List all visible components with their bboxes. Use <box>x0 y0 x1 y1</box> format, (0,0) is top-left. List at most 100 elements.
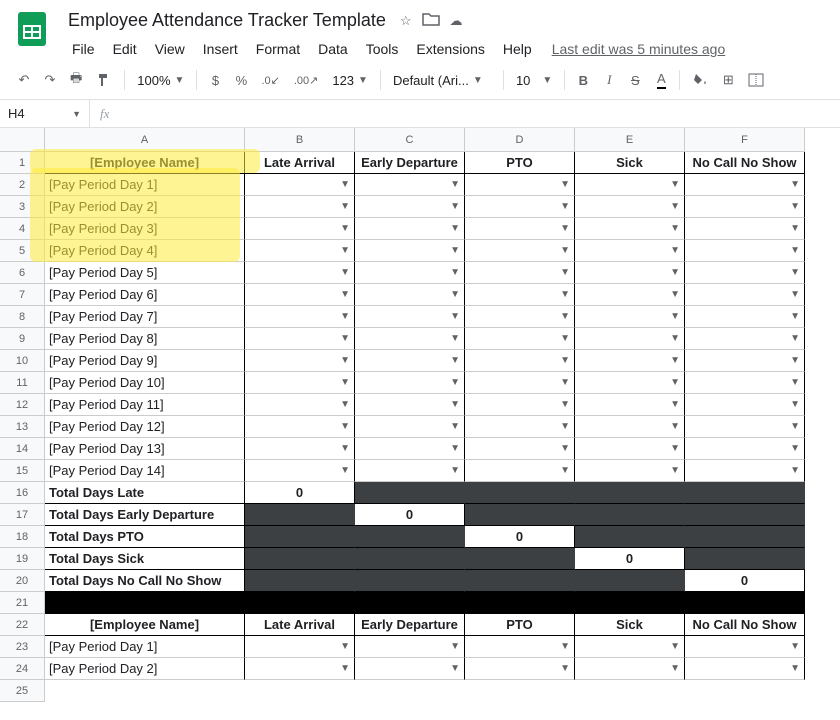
italic-button[interactable]: I <box>597 67 621 93</box>
dropdown-arrow-icon[interactable]: ▼ <box>790 201 800 212</box>
day-label-cell[interactable]: [Pay Period Day 4] <box>45 240 245 262</box>
col-header-D[interactable]: D <box>465 128 575 152</box>
row-header-22[interactable]: 22 <box>0 614 45 636</box>
dropdown-arrow-icon[interactable]: ▼ <box>560 663 570 674</box>
menu-file[interactable]: File <box>64 37 103 61</box>
menu-edit[interactable]: Edit <box>105 37 145 61</box>
dropdown-cell[interactable]: ▼ <box>355 174 465 196</box>
dropdown-arrow-icon[interactable]: ▼ <box>560 245 570 256</box>
dropdown-arrow-icon[interactable]: ▼ <box>670 663 680 674</box>
dropdown-cell[interactable]: ▼ <box>245 438 355 460</box>
dropdown-cell[interactable]: ▼ <box>465 394 575 416</box>
dropdown-cell[interactable]: ▼ <box>355 658 465 680</box>
dropdown-arrow-icon[interactable]: ▼ <box>560 201 570 212</box>
last-edit-link[interactable]: Last edit was 5 minutes ago <box>552 41 726 57</box>
font-size-select[interactable]: 10▼ <box>510 69 558 92</box>
dropdown-arrow-icon[interactable]: ▼ <box>450 377 460 388</box>
row-header-16[interactable]: 16 <box>0 482 45 504</box>
col-header-B[interactable]: B <box>245 128 355 152</box>
dropdown-cell[interactable]: ▼ <box>465 218 575 240</box>
column-header-cell[interactable]: Early Departure <box>355 152 465 174</box>
day-label-cell[interactable]: [Pay Period Day 13] <box>45 438 245 460</box>
doc-title[interactable]: Employee Attendance Tracker Template <box>64 8 390 33</box>
day-label-cell[interactable]: [Pay Period Day 1] <box>45 174 245 196</box>
dropdown-cell[interactable]: ▼ <box>465 196 575 218</box>
day-label-cell[interactable]: [Pay Period Day 2] <box>45 196 245 218</box>
dropdown-cell[interactable]: ▼ <box>355 240 465 262</box>
row-header-11[interactable]: 11 <box>0 372 45 394</box>
dropdown-arrow-icon[interactable]: ▼ <box>670 377 680 388</box>
dropdown-cell[interactable]: ▼ <box>575 350 685 372</box>
text-color-button[interactable]: A <box>649 67 673 93</box>
dropdown-arrow-icon[interactable]: ▼ <box>450 267 460 278</box>
dropdown-cell[interactable]: ▼ <box>245 658 355 680</box>
dropdown-arrow-icon[interactable]: ▼ <box>340 377 350 388</box>
dropdown-arrow-icon[interactable]: ▼ <box>560 311 570 322</box>
merge-button[interactable] <box>742 67 770 93</box>
dropdown-arrow-icon[interactable]: ▼ <box>670 179 680 190</box>
dropdown-cell[interactable]: ▼ <box>245 240 355 262</box>
borders-button[interactable]: ⊞ <box>716 67 740 93</box>
dropdown-cell[interactable]: ▼ <box>575 262 685 284</box>
dropdown-arrow-icon[interactable]: ▼ <box>340 443 350 454</box>
column-header-cell[interactable]: Late Arrival <box>245 614 355 636</box>
dropdown-cell[interactable]: ▼ <box>685 416 805 438</box>
dropdown-arrow-icon[interactable]: ▼ <box>450 663 460 674</box>
name-box[interactable]: H4▼ <box>0 100 90 127</box>
dropdown-cell[interactable]: ▼ <box>355 438 465 460</box>
dropdown-cell[interactable]: ▼ <box>465 416 575 438</box>
column-header-cell[interactable]: PTO <box>465 152 575 174</box>
day-label-cell[interactable]: [Pay Period Day 5] <box>45 262 245 284</box>
col-header-E[interactable]: E <box>575 128 685 152</box>
dropdown-cell[interactable]: ▼ <box>575 174 685 196</box>
dropdown-cell[interactable]: ▼ <box>685 328 805 350</box>
column-header-cell[interactable]: Sick <box>575 152 685 174</box>
dropdown-arrow-icon[interactable]: ▼ <box>670 421 680 432</box>
dropdown-cell[interactable]: ▼ <box>465 262 575 284</box>
dropdown-arrow-icon[interactable]: ▼ <box>450 355 460 366</box>
day-label-cell[interactable]: [Pay Period Day 6] <box>45 284 245 306</box>
col-header-F[interactable]: F <box>685 128 805 152</box>
row-header-15[interactable]: 15 <box>0 460 45 482</box>
dropdown-arrow-icon[interactable]: ▼ <box>450 289 460 300</box>
day-label-cell[interactable]: [Pay Period Day 7] <box>45 306 245 328</box>
dropdown-arrow-icon[interactable]: ▼ <box>560 223 570 234</box>
dropdown-arrow-icon[interactable]: ▼ <box>790 663 800 674</box>
dropdown-arrow-icon[interactable]: ▼ <box>450 245 460 256</box>
menu-insert[interactable]: Insert <box>195 37 246 61</box>
dropdown-cell[interactable]: ▼ <box>465 328 575 350</box>
dropdown-cell[interactable]: ▼ <box>575 372 685 394</box>
dropdown-arrow-icon[interactable]: ▼ <box>790 399 800 410</box>
dropdown-cell[interactable]: ▼ <box>575 658 685 680</box>
dropdown-arrow-icon[interactable]: ▼ <box>560 399 570 410</box>
format-percent-button[interactable]: % <box>229 67 253 93</box>
dropdown-arrow-icon[interactable]: ▼ <box>670 267 680 278</box>
dropdown-cell[interactable]: ▼ <box>685 460 805 482</box>
dropdown-arrow-icon[interactable]: ▼ <box>450 223 460 234</box>
dropdown-arrow-icon[interactable]: ▼ <box>560 355 570 366</box>
dropdown-cell[interactable]: ▼ <box>355 196 465 218</box>
dropdown-cell[interactable]: ▼ <box>245 306 355 328</box>
dropdown-cell[interactable]: ▼ <box>355 416 465 438</box>
dropdown-arrow-icon[interactable]: ▼ <box>450 641 460 652</box>
dropdown-arrow-icon[interactable]: ▼ <box>670 223 680 234</box>
dropdown-arrow-icon[interactable]: ▼ <box>790 465 800 476</box>
dropdown-arrow-icon[interactable]: ▼ <box>560 333 570 344</box>
redo-button[interactable]: ↷ <box>38 67 62 93</box>
row-header-23[interactable]: 23 <box>0 636 45 658</box>
row-header-4[interactable]: 4 <box>0 218 45 240</box>
dropdown-cell[interactable]: ▼ <box>575 240 685 262</box>
dropdown-arrow-icon[interactable]: ▼ <box>560 641 570 652</box>
dropdown-cell[interactable]: ▼ <box>575 460 685 482</box>
dropdown-cell[interactable]: ▼ <box>245 262 355 284</box>
column-header-cell[interactable]: Late Arrival <box>245 152 355 174</box>
dropdown-arrow-icon[interactable]: ▼ <box>560 267 570 278</box>
dropdown-cell[interactable]: ▼ <box>355 284 465 306</box>
dropdown-arrow-icon[interactable]: ▼ <box>340 641 350 652</box>
dropdown-arrow-icon[interactable]: ▼ <box>790 245 800 256</box>
dropdown-cell[interactable]: ▼ <box>355 306 465 328</box>
menu-view[interactable]: View <box>147 37 193 61</box>
row-header-17[interactable]: 17 <box>0 504 45 526</box>
dropdown-arrow-icon[interactable]: ▼ <box>790 641 800 652</box>
day-label-cell[interactable]: [Pay Period Day 2] <box>45 658 245 680</box>
